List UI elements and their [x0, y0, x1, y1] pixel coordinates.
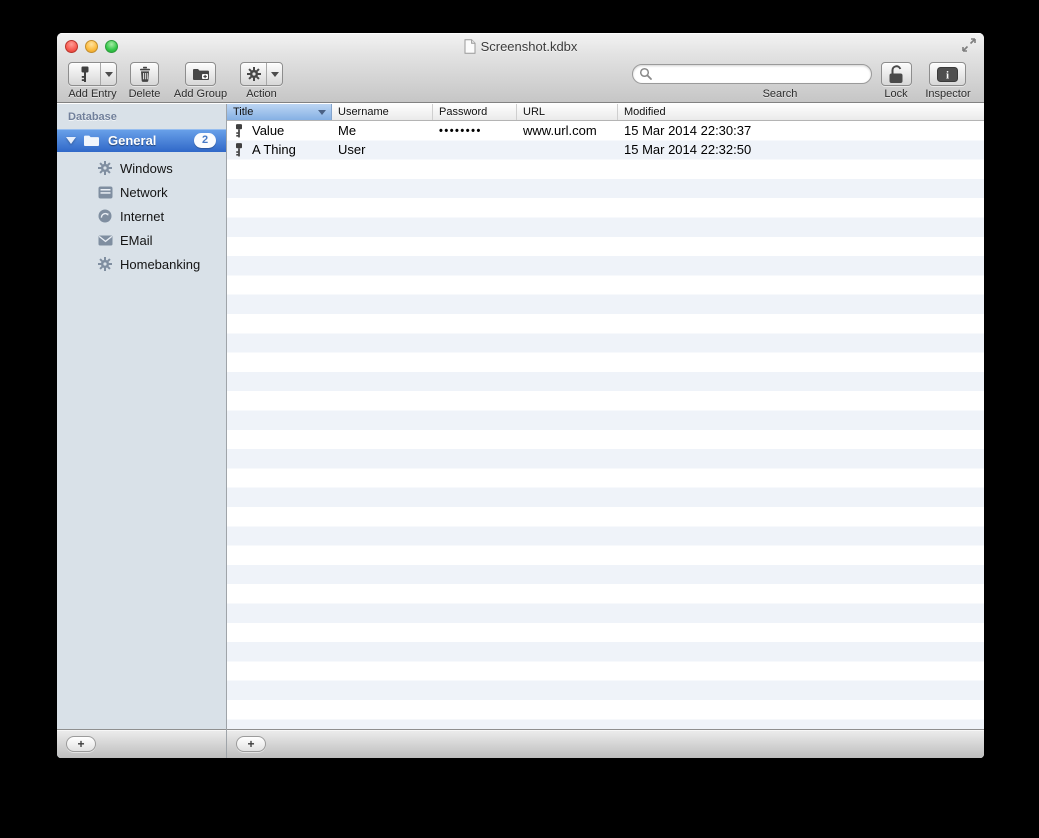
column-header-username[interactable]: Username: [332, 104, 433, 120]
delete-button[interactable]: [130, 62, 159, 86]
add-entry-dropdown-arrow-icon[interactable]: [100, 63, 116, 85]
cell-title: A Thing: [227, 140, 332, 159]
info-panel-icon: i: [937, 66, 958, 82]
column-header-modified[interactable]: Modified: [618, 104, 984, 120]
add-entry-button[interactable]: [68, 62, 117, 86]
delete-label: Delete: [128, 88, 161, 100]
inspector-button[interactable]: i: [929, 62, 966, 86]
search-label: Search: [762, 88, 798, 100]
add-entry-plus-button[interactable]: +: [236, 736, 266, 752]
cell-url: [517, 140, 618, 159]
column-header-url[interactable]: URL: [517, 104, 618, 120]
gear-icon[interactable]: [241, 63, 266, 85]
cell-username: User: [338, 142, 366, 158]
window-title: Screenshot.kdbx: [480, 38, 578, 54]
sidebar-item-windows[interactable]: Windows: [57, 156, 225, 180]
inspector-label: Inspector: [925, 88, 971, 100]
gear-icon: [97, 160, 113, 176]
sidebar-group-children: Windows Network Internet EMail Homebanking: [57, 156, 225, 276]
column-header-label: Title: [233, 106, 254, 118]
add-group-label: Add Group: [173, 88, 228, 100]
sidebar-item-label: Homebanking: [120, 256, 201, 272]
key-icon[interactable]: [69, 63, 100, 85]
document-icon: [464, 38, 476, 54]
entries-panel: Title Username Password URL Modified Value Me…: [227, 104, 984, 758]
disclosure-triangle-icon[interactable]: [66, 137, 76, 144]
group-label: General: [108, 133, 157, 148]
sidebar-item-label: Internet: [120, 208, 165, 224]
sidebar-item-label: Windows: [120, 160, 173, 176]
column-header-label: URL: [523, 106, 546, 118]
magnifier-icon: [639, 67, 653, 81]
folder-plus-icon: [192, 67, 210, 81]
column-header-label: Password: [439, 106, 488, 118]
entries-table-body[interactable]: Value Me •••••••• www.url.com 15 Mar 2014 22…: [227, 121, 984, 729]
add-group-plus-button[interactable]: +: [66, 736, 96, 752]
table-header: Title Username Password URL Modified: [227, 104, 984, 121]
cell-modified: 15 Mar 2014 22:32:50: [624, 142, 752, 158]
sort-descending-icon: [318, 109, 326, 115]
add-entry-label: Add Entry: [68, 88, 117, 100]
app-window: Screenshot.kdbx Add Entry Delete Add Gro…: [57, 33, 984, 758]
sidebar-item-network[interactable]: Network: [57, 180, 225, 204]
action-button[interactable]: [240, 62, 283, 86]
gear-icon: [97, 256, 113, 272]
search-input[interactable]: [653, 66, 871, 82]
sidebar-item-label: EMail: [120, 232, 153, 248]
entry-title: Value: [252, 123, 285, 139]
fullscreen-icon[interactable]: [960, 36, 978, 54]
table-row[interactable]: Value Me •••••••• www.url.com 15 Mar 2014 22…: [227, 121, 984, 140]
sidebar-item-email[interactable]: EMail: [57, 228, 225, 252]
cell-url: www.url.com: [523, 123, 597, 139]
entry-count-badge: 2: [194, 133, 216, 148]
sidebar: Database General 2 Windows Network Interne…: [57, 104, 227, 758]
entry-title: A Thing: [252, 142, 296, 158]
key-icon: [233, 123, 245, 139]
cell-password: ••••••••: [439, 124, 482, 137]
column-header-title[interactable]: Title: [227, 104, 332, 120]
svg-text:i: i: [946, 69, 949, 81]
cell-username: Me: [338, 123, 357, 139]
cell-modified: 15 Mar 2014 22:30:37: [624, 123, 752, 139]
sidebar-item-internet[interactable]: Internet: [57, 204, 225, 228]
table-row[interactable]: A Thing User 15 Mar 2014 22:32:50: [227, 140, 984, 159]
lock-button[interactable]: [881, 62, 912, 86]
envelope-icon: [97, 232, 113, 248]
search-field[interactable]: [632, 64, 872, 84]
sidebar-section-header: Database: [68, 111, 117, 123]
sidebar-group-general[interactable]: General 2: [57, 129, 226, 152]
column-header-label: Username: [338, 106, 389, 118]
sidebar-item-label: Network: [120, 184, 168, 200]
column-header-label: Modified: [624, 106, 666, 118]
content-bottom-bar: +: [227, 729, 984, 758]
folder-icon: [83, 134, 100, 147]
window-title-area: Screenshot.kdbx: [57, 37, 984, 55]
add-group-button[interactable]: [185, 62, 216, 86]
action-dropdown-arrow-icon[interactable]: [266, 63, 282, 85]
server-icon: [97, 184, 113, 200]
key-icon: [233, 142, 245, 158]
title-bar[interactable]: Screenshot.kdbx Add Entry Delete Add Gro…: [57, 33, 984, 103]
sidebar-bottom-bar: +: [57, 729, 226, 758]
sidebar-item-homebanking[interactable]: Homebanking: [57, 252, 225, 276]
trash-icon: [137, 66, 153, 83]
column-header-password[interactable]: Password: [433, 104, 517, 120]
globe-icon: [97, 208, 113, 224]
action-label: Action: [246, 88, 277, 100]
padlock-open-icon: [887, 64, 906, 84]
cell-password: [433, 140, 517, 159]
cell-title: Value: [227, 121, 332, 140]
